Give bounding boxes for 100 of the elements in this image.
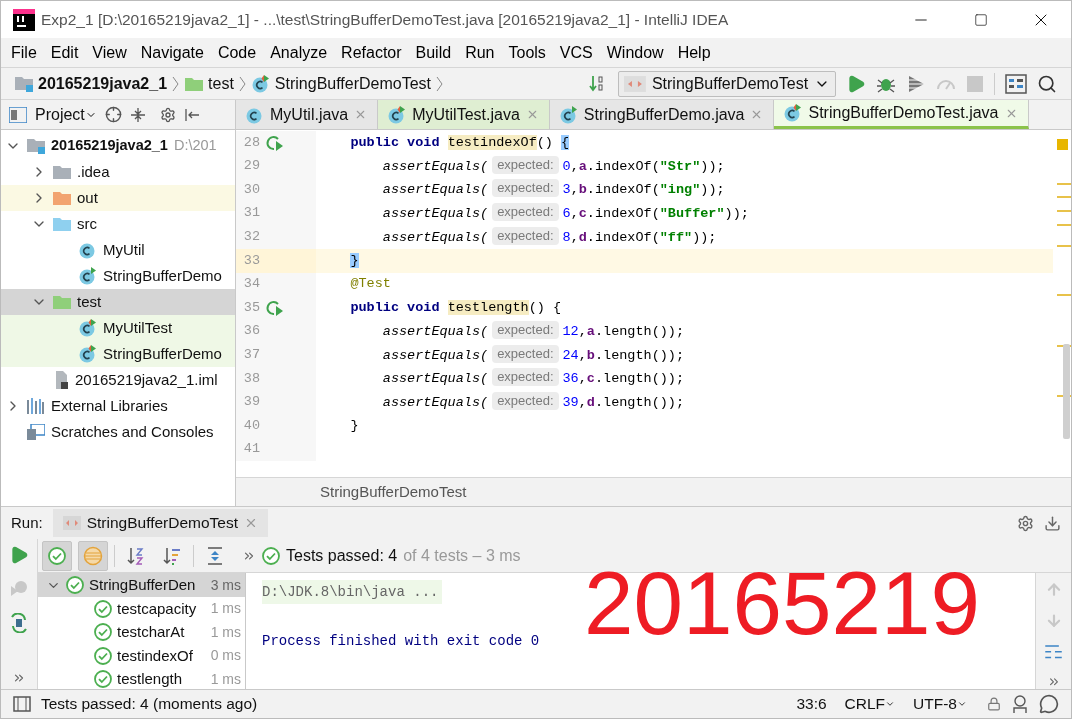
test-summary-detail: of 4 tests – 3 ms (403, 545, 521, 566)
line-number: 35 (242, 298, 260, 317)
separator-chevron-icon (172, 75, 180, 92)
module-folder-icon (27, 138, 45, 154)
code-line: } (349, 416, 359, 435)
search-icon[interactable] (1037, 73, 1057, 94)
run-tab[interactable]: StringBufferDemoTest (52, 509, 269, 537)
passed-icon (66, 576, 84, 594)
line-number: 38 (242, 369, 260, 388)
test-name: testlength (117, 669, 183, 689)
menu-item[interactable]: Build (415, 40, 452, 65)
run-configuration-dropdown[interactable]: StringBufferDemoTest (618, 70, 836, 97)
collapse-all-icon[interactable] (129, 106, 146, 123)
menu-item[interactable]: File (11, 40, 37, 65)
more-icon[interactable] (12, 671, 26, 685)
encoding-selector[interactable]: UTF-8 (913, 692, 967, 716)
settings-icon[interactable] (159, 106, 176, 123)
maximize-icon[interactable] (974, 12, 988, 27)
lock-icon[interactable] (987, 697, 1001, 711)
code-line: @Test (349, 275, 391, 294)
locate-icon[interactable] (104, 106, 122, 123)
menu-item[interactable]: Run (465, 40, 495, 65)
line-number: 41 (242, 440, 260, 459)
code-editor[interactable] (236, 130, 1071, 477)
folder-icon (53, 165, 71, 179)
tree-item[interactable]: StringBufferDemo (1, 263, 235, 289)
coverage-icon[interactable] (906, 73, 926, 94)
menu-item[interactable]: Tools (508, 40, 546, 65)
test-duration: 1 ms (210, 622, 242, 642)
menu-item[interactable]: Help (677, 40, 711, 65)
menu-item[interactable]: VCS (559, 40, 593, 65)
tree-item[interactable]: .idea (1, 159, 235, 185)
toolbar-toggle[interactable] (42, 540, 72, 571)
tree-item[interactable]: out (1, 185, 235, 211)
toggle-auto-test-icon[interactable] (9, 613, 29, 633)
test-class-icon (79, 319, 97, 337)
menu-item[interactable]: View (92, 40, 127, 65)
tests-passed-icon (262, 546, 280, 565)
menu-item[interactable]: Edit (50, 40, 79, 65)
menu-item[interactable]: Analyze (270, 40, 328, 65)
menu-item[interactable]: Code (217, 40, 257, 65)
line-number: 39 (242, 393, 260, 412)
editor-tab[interactable]: MyUtilTest.java (378, 100, 550, 129)
tree-item-label: 20165219java2_1.iml (75, 369, 218, 390)
toolbar-toggle[interactable] (78, 540, 108, 571)
event-log-icon[interactable] (1039, 694, 1059, 714)
menu-item[interactable]: Window (606, 40, 664, 65)
scrollbar-thumb[interactable] (1063, 344, 1070, 439)
code-line: assertEquals( expected: 24,b.length()); (381, 344, 685, 365)
inspector-icon[interactable] (1011, 694, 1029, 714)
tool-window-toggle-icon[interactable] (13, 696, 31, 712)
project-structure-icon[interactable] (1005, 73, 1027, 94)
code-line: assertEquals( expected: 39,d.length()); (381, 391, 685, 412)
rerun-icon[interactable] (9, 545, 29, 565)
menu-item[interactable]: Navigate (140, 40, 204, 65)
tree-item[interactable]: test (1, 289, 235, 315)
tree-item[interactable]: StringBufferDemo (1, 341, 235, 367)
scratches-icon (27, 424, 45, 440)
breadcrumb-item[interactable]: test (208, 71, 234, 96)
project-view-dropdown[interactable]: Project (35, 102, 97, 127)
tree-item[interactable]: Scratches and Consoles (1, 419, 235, 445)
line-number: 32 (242, 228, 260, 247)
tree-item[interactable]: 20165219java2_1 D:\201 (1, 133, 235, 159)
tree-item[interactable]: 20165219java2_1.iml (1, 367, 235, 393)
tree-item[interactable]: src (1, 211, 235, 237)
test-name: testcharAt (117, 622, 185, 642)
run-test-gutter-icon[interactable] (265, 298, 285, 317)
run-panel-label: Run: (11, 512, 43, 533)
tree-item[interactable]: MyUtil (1, 237, 235, 263)
tree-item-label: MyUtil (103, 239, 145, 260)
tree-item[interactable]: External Libraries (1, 393, 235, 419)
editor-breadcrumb[interactable]: StringBufferDemoTest (320, 480, 467, 504)
settings-icon[interactable] (1017, 514, 1034, 532)
libraries-icon (27, 398, 45, 414)
breadcrumb-item[interactable]: StringBufferDemoTest (274, 71, 432, 96)
tree-item-label: out (77, 187, 98, 208)
line-number: 33 (242, 251, 260, 270)
run-icon[interactable] (846, 73, 866, 94)
tree-item[interactable]: MyUtilTest (1, 315, 235, 341)
line-separator-selector[interactable]: CRLF (844, 692, 896, 716)
folder-icon (53, 295, 71, 309)
menu-item[interactable]: Refactor (341, 40, 402, 65)
tree-item-label: Scratches and Consoles (51, 421, 214, 442)
code-line: assertEquals( expected: 3,b.indexOf("ing")); (381, 179, 725, 200)
annotation-text: 20165219 (584, 555, 980, 651)
editor-tab[interactable]: StringBufferDemo.java (549, 100, 775, 129)
editor-tab[interactable]: StringBufferDemoTest.java (774, 100, 1029, 129)
caret-position[interactable]: 33:6 (796, 692, 827, 716)
sort-by-duration-icon (162, 545, 182, 566)
run-test-gutter-icon[interactable] (265, 133, 285, 152)
sort-alphabetically-icon (126, 545, 146, 566)
breadcrumb-item[interactable]: 20165219java2_1 (38, 71, 168, 96)
tree-item-label: 20165219java2_1 (51, 136, 168, 156)
hide-panel-icon[interactable] (1044, 514, 1061, 532)
editor-tab[interactable]: MyUtil.java (236, 100, 379, 129)
test-tree-item[interactable]: StringBufferDen 3 ms (38, 573, 245, 597)
hide-panel-icon[interactable] (183, 106, 200, 123)
test-class-icon (79, 345, 97, 363)
test-class-icon (784, 104, 803, 122)
test-name: testindexOf (117, 645, 193, 666)
